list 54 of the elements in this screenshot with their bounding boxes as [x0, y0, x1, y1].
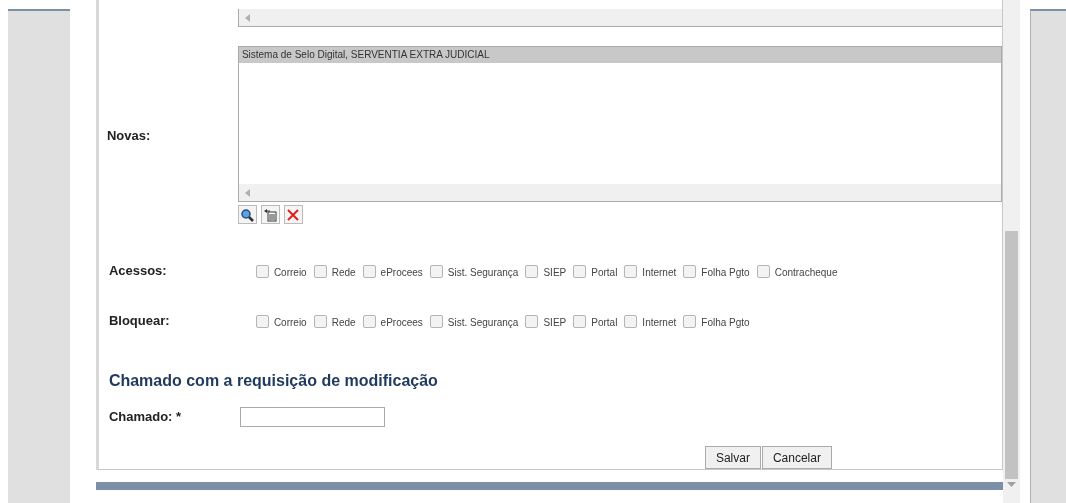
checkbox[interactable]: [429, 314, 443, 328]
horizontal-scrollbar[interactable]: [238, 9, 1002, 26]
checkbox[interactable]: [525, 264, 539, 278]
checkbox-label: Portal: [591, 267, 618, 278]
delete-icon[interactable]: [283, 205, 303, 224]
checkbox[interactable]: [362, 264, 376, 278]
checkbox-label: Correio: [273, 267, 307, 278]
scroll-left-icon[interactable]: [244, 188, 250, 197]
checkbox-label: Sist. Segurança: [447, 267, 519, 278]
paste-icon[interactable]: [260, 205, 280, 224]
checkbox[interactable]: [255, 264, 269, 278]
checkbox[interactable]: [313, 314, 327, 328]
checkbox-label: Internet: [642, 317, 677, 328]
scroll-down-icon[interactable]: [1007, 482, 1017, 487]
checkbox-label: Rede: [331, 317, 356, 328]
checkbox[interactable]: [573, 264, 587, 278]
vertical-scrollbar[interactable]: [1003, 0, 1021, 503]
list-item[interactable]: Sistema de Selo Digital, SERVENTIA EXTRA JUDICIAL: [238, 47, 1001, 63]
checkbox[interactable]: [429, 264, 443, 278]
form-button[interactable]: Cancelar: [761, 446, 832, 469]
search-icon[interactable]: [237, 205, 257, 224]
checkbox[interactable]: [624, 314, 638, 328]
checkbox-label: Rede: [331, 267, 356, 278]
field-label: Novas:: [106, 127, 151, 146]
checkbox-label: eProcees: [380, 267, 423, 278]
scroll-left-icon[interactable]: [244, 13, 250, 22]
checkbox-label: SIEP: [543, 317, 567, 328]
field-label: Bloquear:: [108, 312, 171, 331]
checkbox[interactable]: [255, 314, 269, 328]
field-label: Chamado: *: [108, 408, 183, 427]
list-box[interactable]: Sistema de Selo Digital, SERVENTIA EXTRA JUDICIAL: [237, 46, 1002, 202]
checkbox[interactable]: [683, 264, 697, 278]
checkbox-label: Internet: [642, 267, 677, 278]
checkbox-label: Portal: [591, 317, 618, 328]
checkbox[interactable]: [573, 314, 587, 328]
field-label: Acessos:: [108, 262, 168, 281]
checkbox-label: SIEP: [543, 267, 567, 278]
checkbox[interactable]: [313, 264, 327, 278]
checkbox[interactable]: [525, 314, 539, 328]
input-field[interactable]: [239, 407, 385, 427]
checkbox-label: Folha Pgto: [701, 317, 750, 328]
checkbox-label: Contracheque: [774, 267, 838, 278]
checkbox[interactable]: [362, 314, 376, 328]
checkbox-label: eProcees: [380, 317, 423, 328]
checkbox-label: Correio: [273, 317, 307, 328]
scroll-thumb[interactable]: [1005, 231, 1019, 479]
horizontal-scrollbar[interactable]: [238, 184, 1001, 201]
checkbox-label: Folha Pgto: [701, 267, 750, 278]
checkbox-label: Sist. Segurança: [447, 317, 519, 328]
checkbox[interactable]: [683, 314, 697, 328]
checkbox[interactable]: [756, 264, 770, 278]
form-button[interactable]: Salvar: [704, 446, 761, 469]
checkbox[interactable]: [624, 264, 638, 278]
section-title: Chamado com a requisição de modificação: [108, 371, 439, 391]
